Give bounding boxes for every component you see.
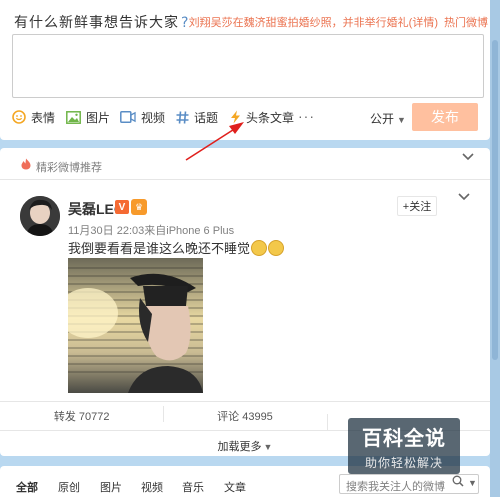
tab-articles[interactable]: 文章 <box>224 479 246 495</box>
tab-videos[interactable]: 视频 <box>141 479 163 495</box>
toolbar-video[interactable]: 视频 <box>120 108 165 126</box>
repost-label: 转发 70772 <box>53 411 110 423</box>
post-photo[interactable] <box>68 258 203 393</box>
toolbar-topic-label: 话题 <box>194 110 219 125</box>
composer-prompt-text: 有什么新鲜事想告诉大家 <box>14 15 179 31</box>
post-text-body: 我倒要看看是谁这么晚还不睡觉 <box>68 241 251 256</box>
toolbar-article[interactable]: 头条文章 <box>230 108 294 126</box>
comment-button[interactable]: 评论 43995 <box>163 406 326 424</box>
toolbar-image-label: 图片 <box>86 110 111 125</box>
toolbar-image[interactable]: 图片 <box>66 108 110 126</box>
post-text: 我倒要看看是谁这么晚还不睡觉 <box>68 238 285 257</box>
load-more-label: 加载更多 <box>217 441 262 453</box>
scrollbar-thumb[interactable] <box>492 40 498 360</box>
chevron-down-icon[interactable] <box>462 153 474 161</box>
more-options-icon[interactable]: ··· <box>298 108 315 124</box>
avatar[interactable] <box>20 196 60 236</box>
watermark-subtitle: 助你轻松解决 <box>364 456 443 470</box>
image-icon <box>66 110 81 124</box>
comment-label: 评论 43995 <box>217 411 273 423</box>
hot-weibo-link[interactable]: 热门微博 <box>444 17 488 29</box>
visibility-select[interactable]: 公开 ▼ <box>370 110 406 127</box>
emoji-icon <box>12 110 26 124</box>
search-icon[interactable] <box>452 475 464 487</box>
toolbar-emoji-label: 表情 <box>31 110 56 125</box>
avatar-image <box>20 196 60 236</box>
toolbar-article-label: 头条文章 <box>246 110 295 125</box>
post-textarea[interactable] <box>12 34 484 98</box>
hot-topic[interactable]: 刘翔吴莎在魏济甜蜜拍婚纱照，并非举行婚礼(详情) 热门微博 <box>189 14 488 30</box>
post-menu-chevron-icon[interactable] <box>458 193 470 201</box>
repost-button[interactable]: 转发 70772 <box>0 408 163 424</box>
post-photo-image <box>68 258 203 393</box>
composer-prompt: 有什么新鲜事想告诉大家? <box>14 12 189 32</box>
toolbar-topic[interactable]: 话题 <box>176 108 218 126</box>
follow-button[interactable]: +关注 <box>397 196 437 216</box>
watermark-badge: 百科全说 助你轻松解决 <box>348 418 460 474</box>
watermark-title: 百科全说 <box>362 426 446 450</box>
member-crown-icon: ♛ <box>131 199 147 215</box>
hashtag-icon <box>176 110 189 124</box>
tab-original[interactable]: 原创 <box>58 479 80 495</box>
chevron-down-icon: ▼ <box>397 115 406 125</box>
post-meta: 11月30日 22:03来自iPhone 6 Plus <box>68 222 240 238</box>
lightning-icon <box>231 110 240 124</box>
tab-images[interactable]: 图片 <box>100 479 122 495</box>
cat-emoji-icon <box>268 239 285 256</box>
hot-topic-text[interactable]: 刘翔吴莎在魏济甜蜜拍婚纱照，并非举行婚礼(详情) <box>189 17 438 29</box>
feed-section-title: 精彩微博推荐 <box>36 162 102 174</box>
chevron-down-icon[interactable]: ▼ <box>468 478 477 488</box>
chevron-down-icon: ▼ <box>263 442 273 452</box>
follow-label: +关注 <box>402 201 432 213</box>
publish-button[interactable]: 发布 <box>412 103 478 131</box>
video-icon <box>120 111 136 123</box>
toolbar-emoji[interactable]: 表情 <box>12 108 55 126</box>
fire-icon <box>21 158 31 170</box>
toolbar-video-label: 视频 <box>141 110 166 125</box>
post-date[interactable]: 11月30日 22:03 <box>68 225 144 237</box>
cat-emoji-icon <box>251 239 268 256</box>
tab-all[interactable]: 全部 <box>16 479 38 495</box>
verified-badge-icon: V <box>115 200 129 214</box>
post-source: 来自iPhone 6 Plus <box>144 225 235 237</box>
tab-music[interactable]: 音乐 <box>182 479 204 495</box>
visibility-label: 公开 <box>370 112 395 126</box>
